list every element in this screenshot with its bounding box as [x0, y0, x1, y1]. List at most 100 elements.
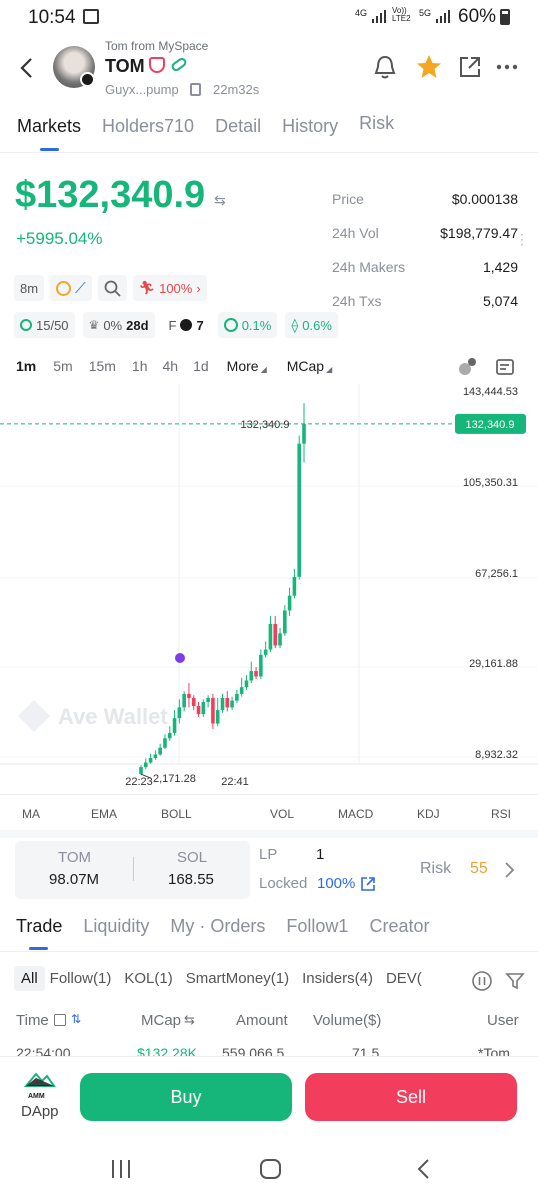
col-amount: Amount: [236, 1012, 288, 1029]
chart-mode-mcap[interactable]: MCap: [287, 358, 324, 374]
indicator-bar: MA EMA BOLL VOL MACD KDJ RSI: [0, 806, 538, 822]
social-links-chip[interactable]: ⟋: [50, 275, 92, 301]
indicator-vol[interactable]: VOL: [270, 807, 294, 821]
filter-dev[interactable]: DEV(: [386, 970, 422, 987]
dapp-label[interactable]: DApp: [21, 1103, 59, 1120]
tf-more-caret-icon: ◢: [260, 364, 267, 374]
buy-button[interactable]: Buy: [80, 1073, 292, 1121]
mask-icon: [149, 57, 165, 73]
indicator-rsi[interactable]: RSI: [491, 807, 511, 821]
share-external-icon[interactable]: [458, 55, 482, 79]
tab-markets[interactable]: Markets: [17, 116, 81, 137]
rank-chip[interactable]: 🏃︎ 100% ›: [132, 275, 207, 301]
tab-holders[interactable]: Holders710: [102, 116, 194, 137]
star-icon[interactable]: [416, 54, 442, 80]
drawing-tools-icon[interactable]: [457, 355, 479, 377]
x-axis-tick-label: 22:23: [125, 776, 153, 788]
y-axis-tick-label: 29,161.88: [469, 658, 518, 670]
indicator-ma[interactable]: MA: [22, 807, 40, 821]
home-icon[interactable]: [259, 1158, 283, 1180]
sniper-chip[interactable]: ⟠ 0.6%: [285, 312, 338, 338]
candle-body: [163, 738, 167, 748]
status-bar: 10:54 4G Vo)) LTE2 5G 60%: [0, 0, 538, 34]
person-icon: [20, 319, 32, 331]
vertical-dots-icon[interactable]: · · ·: [520, 228, 524, 250]
tab-follow[interactable]: Follow1: [286, 916, 348, 937]
holders-chip[interactable]: 15/50: [14, 312, 75, 338]
token-address[interactable]: Guyx...pump: [105, 82, 179, 97]
chips-row-2: 15/50 ♛ 0% 28d F 7 0.1% ⟠ 0.6%: [14, 312, 338, 338]
lp-value: 1: [316, 846, 325, 863]
tab-detail[interactable]: Detail: [215, 116, 261, 137]
tf-1d[interactable]: 1d: [193, 358, 209, 374]
candle-body: [292, 576, 297, 596]
indicator-boll[interactable]: BOLL: [161, 807, 192, 821]
filter-follow[interactable]: Follow(1): [50, 970, 112, 987]
candlestick-chart[interactable]: Ave Wallet 143,444.53 105,350.31 67,256.1 29…: [0, 384, 538, 794]
tab-creator[interactable]: Creator: [369, 916, 429, 937]
candle-body: [177, 707, 182, 719]
tf-1m[interactable]: 1m: [16, 358, 36, 374]
candle-body: [239, 687, 244, 694]
indicator-kdj[interactable]: KDJ: [417, 807, 440, 821]
tf-4h[interactable]: 4h: [163, 358, 179, 374]
bundle-chip[interactable]: 0.1%: [217, 312, 278, 338]
filter-smartmoney[interactable]: SmartMoney(1): [186, 970, 289, 987]
tab-trade[interactable]: Trade: [16, 916, 62, 937]
calendar-icon[interactable]: [54, 1014, 66, 1026]
sort-icon[interactable]: ⇅: [71, 1012, 81, 1026]
indicator-ema[interactable]: EMA: [91, 807, 117, 821]
bell-icon[interactable]: [373, 54, 397, 80]
tab-history[interactable]: History: [282, 116, 338, 137]
back-arrow-icon[interactable]: [18, 57, 34, 79]
chevron-right-icon[interactable]: [504, 861, 516, 879]
stat-price: Price $0.000138: [332, 182, 518, 216]
tab-liquidity[interactable]: Liquidity: [83, 916, 149, 937]
indicator-macd[interactable]: MACD: [338, 807, 373, 821]
section-spacer: [0, 830, 538, 838]
tf-more[interactable]: More: [227, 358, 259, 374]
network-5g-label: 5G: [419, 8, 432, 18]
recent-apps-icon[interactable]: [110, 1159, 132, 1179]
sell-button[interactable]: Sell: [305, 1073, 517, 1121]
stat-value: 1,429: [482, 259, 518, 275]
pause-circle-icon[interactable]: [471, 970, 493, 992]
feather-icon: ⟋: [75, 279, 86, 297]
candle-body: [215, 710, 220, 724]
external-link-icon[interactable]: [360, 876, 376, 892]
risk-label[interactable]: Risk: [420, 860, 451, 878]
tab-risk[interactable]: Risk: [359, 113, 394, 134]
status-time: 10:54: [28, 7, 76, 28]
f-chip[interactable]: F 7: [163, 312, 210, 338]
stat-label: Price: [332, 191, 364, 207]
filter-kol[interactable]: KOL(1): [124, 970, 172, 987]
tax-chip[interactable]: ♛ 0% 28d: [82, 312, 155, 338]
swap-units-icon[interactable]: ⇆: [214, 192, 226, 209]
filter-funnel-icon[interactable]: [505, 971, 525, 991]
locked-value[interactable]: 100%: [317, 875, 355, 892]
tf-1h[interactable]: 1h: [132, 358, 148, 374]
filter-all[interactable]: All: [14, 966, 45, 991]
copy-icon[interactable]: [190, 83, 201, 96]
coin-icon: [56, 280, 72, 296]
tab-my-orders[interactable]: My · Orders: [170, 916, 265, 937]
filter-insiders[interactable]: Insiders(4): [302, 970, 373, 987]
candle-body: [139, 767, 143, 775]
col-mcap[interactable]: MCap: [141, 1012, 181, 1029]
tf-15m[interactable]: 15m: [89, 358, 116, 374]
search-chip[interactable]: [97, 275, 127, 301]
market-cap-value: $132,340.9: [15, 174, 206, 216]
table-row[interactable]: 22:54:00 $132.28K 559,066.5 71.5 *Tom: [0, 1045, 538, 1056]
candle-body: [172, 718, 177, 733]
tf-5m[interactable]: 5m: [53, 358, 72, 374]
active-tab-indicator: [40, 148, 59, 151]
face-icon: [223, 318, 238, 332]
mcap-swap-icon[interactable]: ⇆: [184, 1012, 195, 1028]
col-time[interactable]: Time: [16, 1012, 49, 1029]
dapp-logo-icon[interactable]: [24, 1070, 56, 1092]
more-options-icon[interactable]: [496, 64, 518, 70]
risk-score[interactable]: 55: [470, 860, 488, 878]
back-nav-icon[interactable]: [415, 1158, 431, 1180]
trade-table-header: Time ⇅ MCap ⇆ Amount Volume($) User: [0, 1012, 538, 1032]
chart-settings-icon[interactable]: [495, 357, 517, 377]
